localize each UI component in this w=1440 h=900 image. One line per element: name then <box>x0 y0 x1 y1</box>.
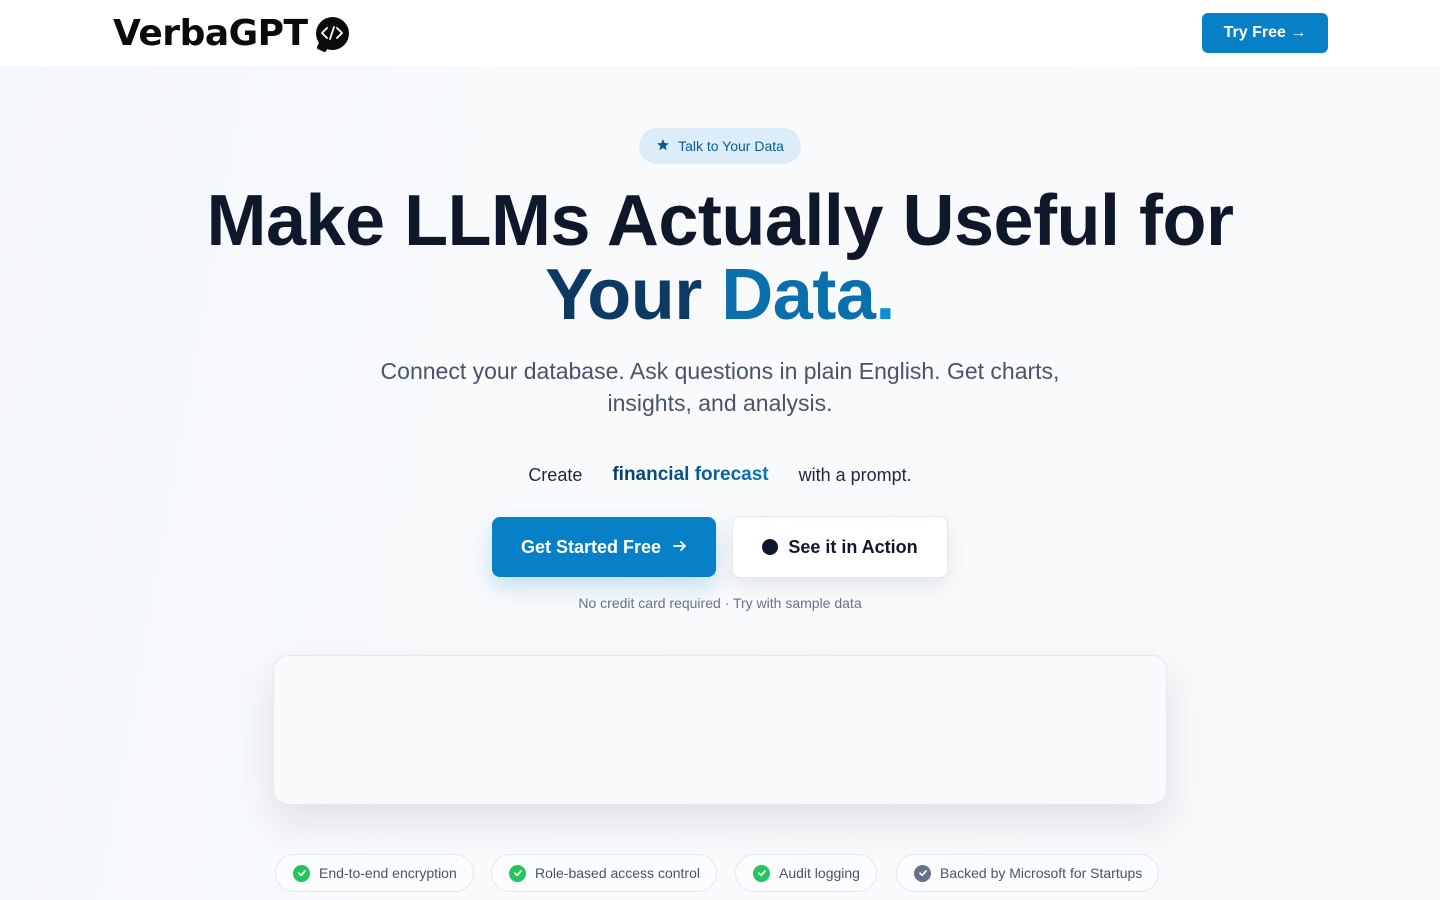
badge-label: Role-based access control <box>535 865 700 881</box>
prompt-suffix: with a prompt. <box>798 464 912 485</box>
headline-period: . <box>875 255 895 335</box>
code-bubble-icon <box>315 16 349 50</box>
get-started-button[interactable]: Get Started Free <box>492 517 716 577</box>
arrow-right-icon <box>673 537 687 558</box>
trust-badges: End-to-end encryption Role-based access … <box>0 854 1440 892</box>
badge-rbac: Role-based access control <box>491 854 717 892</box>
badge-audit-logging: Audit logging <box>735 854 877 892</box>
prompt-rotating-text: financial forecast <box>612 464 769 485</box>
hero-subtitle: Connect your database. Ask questions in … <box>380 358 1060 416</box>
check-circle-icon <box>914 864 931 882</box>
no-credit-card-note: No credit card required · Try with sampl… <box>578 595 862 611</box>
headline-line-2: Your Data. <box>0 258 1440 332</box>
badge-label: End-to-end encryption <box>319 865 457 881</box>
talk-to-data-pill: Talk to Your Data <box>639 128 801 164</box>
logo-text: VerbaGPT <box>113 12 308 54</box>
try-free-button[interactable]: Try Free → <box>1202 13 1328 53</box>
headline-line-1: Make LLMs Actually Useful for <box>206 181 1234 261</box>
badge-label: Backed by Microsoft for Startups <box>940 865 1143 881</box>
record-dot-icon <box>762 539 779 555</box>
star-icon <box>656 138 670 155</box>
page-title: Make LLMs Actually Useful for Your Data. <box>0 184 1440 332</box>
check-circle-icon <box>753 864 770 882</box>
logo[interactable]: VerbaGPT <box>113 12 349 54</box>
prompt-line: Create financial forecast with a prompt. <box>0 462 1440 488</box>
badge-encryption: End-to-end encryption <box>275 854 474 892</box>
pill-label: Talk to Your Data <box>678 138 784 154</box>
check-circle-icon <box>293 864 310 882</box>
get-started-label: Get Started Free <box>520 536 662 557</box>
see-in-action-button[interactable]: See it in Action <box>732 516 948 578</box>
badge-microsoft-startups: Backed by Microsoft for Startups <box>896 854 1160 892</box>
headline-your: Your <box>545 255 702 335</box>
badge-label: Audit logging <box>779 865 860 881</box>
headline-data: Data <box>721 255 876 335</box>
site-header: VerbaGPT Try Free → <box>0 0 1440 66</box>
check-circle-icon <box>509 864 526 882</box>
landing-page: VerbaGPT Try Free → Talk to Your Data Ma… <box>0 0 1440 900</box>
see-in-action-label: See it in Action <box>788 536 918 557</box>
prompt-prefix: Create <box>528 464 583 485</box>
product-preview-panel <box>273 655 1167 805</box>
